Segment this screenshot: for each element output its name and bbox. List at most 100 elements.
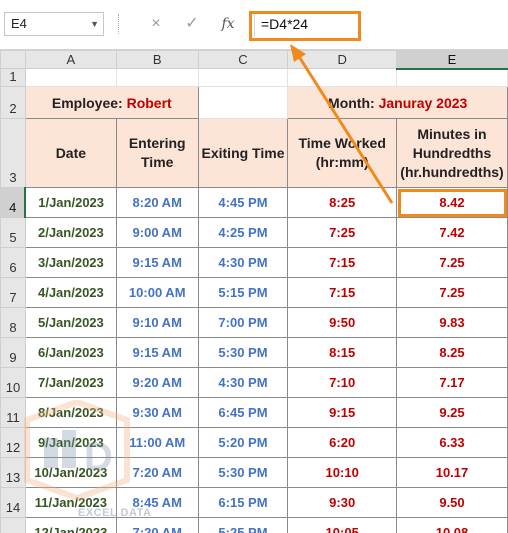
exiting-time-cell[interactable]: 5:30 PM (197, 337, 289, 368)
header-time-worked[interactable]: Time Worked (hr:mm) (287, 118, 397, 188)
date-cell[interactable]: 9/Jan/2023 (24, 427, 117, 458)
row-header[interactable]: 14 (0, 487, 26, 518)
row-header[interactable]: 13 (0, 457, 26, 488)
time-worked-cell[interactable]: 9:15 (287, 397, 397, 428)
time-worked-cell[interactable]: 7:15 (287, 277, 397, 308)
row-header[interactable]: 2 (0, 86, 26, 119)
hundredths-cell[interactable]: 10.17 (396, 457, 508, 488)
insert-function-icon[interactable]: fx (216, 12, 240, 36)
cell[interactable] (396, 68, 508, 87)
row-header[interactable]: 11 (0, 397, 26, 428)
date-cell[interactable]: 6/Jan/2023 (24, 337, 117, 368)
date-cell[interactable]: 7/Jan/2023 (24, 367, 117, 398)
header-entering-time[interactable]: Entering Time (115, 118, 199, 188)
exiting-time-cell[interactable]: 4:30 PM (197, 247, 289, 278)
row-header[interactable]: 10 (0, 367, 26, 398)
row-header[interactable]: 12 (0, 427, 26, 458)
header-date[interactable]: Date (24, 118, 117, 188)
month-cell[interactable]: Month: Januray 2023 (287, 86, 508, 119)
name-box[interactable]: E4 ▼ (4, 12, 104, 36)
hundredths-cell[interactable]: 6.33 (396, 427, 508, 458)
time-worked-cell[interactable]: 8:15 (287, 337, 397, 368)
time-worked-cell[interactable]: 8:25 (287, 187, 397, 218)
hundredths-cell[interactable]: 7.25 (396, 247, 508, 278)
employee-label: Employee: (51, 94, 123, 111)
hundredths-cell[interactable]: 8.25 (396, 337, 508, 368)
time-worked-cell[interactable]: 9:50 (287, 307, 397, 338)
cell[interactable] (287, 68, 397, 87)
exiting-time-cell[interactable]: 5:30 PM (197, 457, 289, 488)
column-header-d[interactable]: D (287, 50, 397, 69)
time-worked-cell[interactable]: 6:20 (287, 427, 397, 458)
exiting-time-cell[interactable]: 5:15 PM (197, 277, 289, 308)
date-cell[interactable]: 3/Jan/2023 (24, 247, 117, 278)
select-all-corner[interactable] (0, 50, 26, 69)
exiting-time-cell[interactable]: 4:45 PM (197, 187, 289, 218)
date-cell[interactable]: 4/Jan/2023 (24, 277, 117, 308)
row-header[interactable]: 9 (0, 337, 26, 368)
cell[interactable] (197, 68, 289, 87)
header-exiting-time[interactable]: Exiting Time (197, 118, 289, 188)
entering-time-cell[interactable]: 9:30 AM (115, 397, 199, 428)
formula-bar: E4 ▼ × ✓ fx =D4*24 (0, 0, 508, 50)
employee-cell[interactable]: Employee: Robert (24, 86, 199, 119)
date-cell[interactable]: 2/Jan/2023 (24, 217, 117, 248)
row-header[interactable]: 7 (0, 277, 26, 308)
exiting-time-cell[interactable]: 4:25 PM (197, 217, 289, 248)
date-cell[interactable]: 1/Jan/2023 (24, 187, 117, 218)
time-worked-cell[interactable]: 7:25 (287, 217, 397, 248)
row-header[interactable]: 5 (0, 217, 26, 248)
row-header[interactable]: 6 (0, 247, 26, 278)
entering-time-cell[interactable]: 7:20 AM (115, 457, 199, 488)
entering-time-cell[interactable]: 11:00 AM (115, 427, 199, 458)
exiting-time-cell[interactable]: 4:30 PM (197, 367, 289, 398)
entering-time-cell[interactable]: 10:00 AM (115, 277, 199, 308)
row-header[interactable]: 1 (0, 68, 26, 87)
hundredths-cell[interactable]: 7.17 (396, 367, 508, 398)
cell[interactable] (24, 68, 117, 87)
cancel-icon[interactable]: × (144, 12, 168, 36)
column-header-b[interactable]: B (115, 50, 199, 69)
exiting-time-cell[interactable]: 7:00 PM (197, 307, 289, 338)
entering-time-cell[interactable]: 9:15 AM (115, 247, 199, 278)
row-header[interactable]: 4 (0, 187, 27, 218)
column-header-c[interactable]: C (197, 50, 289, 69)
exiting-time-cell[interactable]: 5:25 PM (197, 517, 289, 533)
hundredths-cell[interactable]: 9.50 (396, 487, 508, 518)
exiting-time-cell[interactable]: 6:15 PM (197, 487, 289, 518)
date-cell[interactable]: 10/Jan/2023 (24, 457, 117, 488)
column-header-e[interactable]: E (396, 50, 508, 70)
date-cell[interactable]: 8/Jan/2023 (24, 397, 117, 428)
entering-time-cell[interactable]: 7:20 AM (115, 517, 199, 533)
entering-time-cell[interactable]: 9:20 AM (115, 367, 199, 398)
watermark-text: EXCEL DATA (78, 507, 152, 519)
header-minutes-hundredths[interactable]: Minutes in Hundredths (hr.hundredths) (396, 118, 508, 188)
hundredths-cell[interactable]: 7.25 (396, 277, 508, 308)
time-worked-cell[interactable]: 10:10 (287, 457, 397, 488)
chevron-down-icon[interactable]: ▼ (90, 13, 99, 35)
date-cell[interactable]: 12/Jan/2023 (24, 517, 117, 533)
selected-cell-e4[interactable]: 8.42 (396, 187, 508, 218)
hundredths-cell[interactable]: 10.08 (396, 517, 508, 533)
enter-icon[interactable]: ✓ (180, 12, 204, 36)
time-worked-cell[interactable]: 9:30 (287, 487, 397, 518)
entering-time-cell[interactable]: 9:15 AM (115, 337, 199, 368)
time-worked-cell[interactable]: 7:10 (287, 367, 397, 398)
entering-time-cell[interactable]: 9:10 AM (115, 307, 199, 338)
column-header-a[interactable]: A (24, 50, 117, 69)
exiting-time-cell[interactable]: 5:20 PM (197, 427, 289, 458)
row-header[interactable]: 15 (0, 517, 26, 533)
cell[interactable] (197, 86, 289, 119)
cell[interactable] (115, 68, 199, 87)
date-cell[interactable]: 5/Jan/2023 (24, 307, 117, 338)
time-worked-cell[interactable]: 7:15 (287, 247, 397, 278)
hundredths-cell[interactable]: 7.42 (396, 217, 508, 248)
row-header[interactable]: 8 (0, 307, 26, 338)
hundredths-cell[interactable]: 9.83 (396, 307, 508, 338)
entering-time-cell[interactable]: 8:20 AM (115, 187, 199, 218)
hundredths-cell[interactable]: 9.25 (396, 397, 508, 428)
entering-time-cell[interactable]: 9:00 AM (115, 217, 199, 248)
time-worked-cell[interactable]: 10:05 (287, 517, 397, 533)
exiting-time-cell[interactable]: 6:45 PM (197, 397, 289, 428)
row-header[interactable]: 3 (0, 118, 26, 188)
